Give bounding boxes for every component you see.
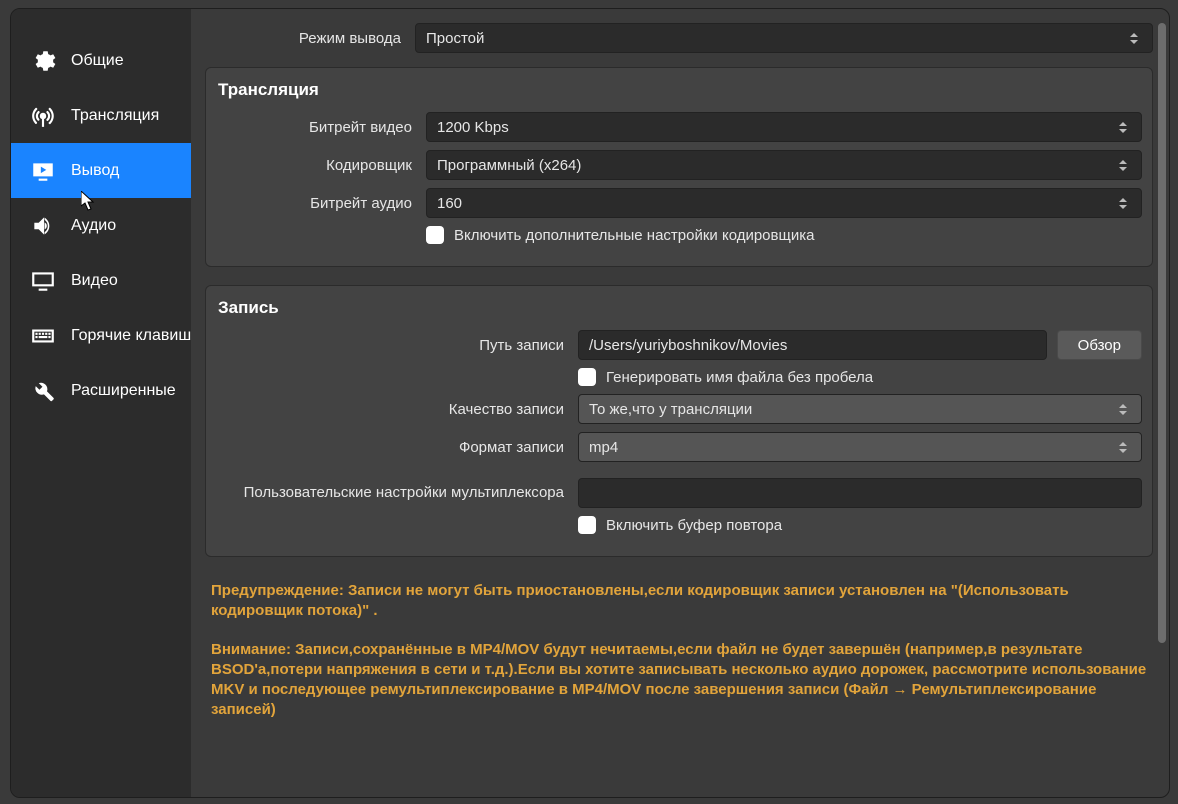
button-label: Обзор bbox=[1078, 337, 1121, 354]
sidebar: Общие Трансляция Вывод Аудио Видео bbox=[11, 9, 191, 797]
select-value: То же,что у трансляции bbox=[589, 401, 752, 418]
recording-format-select[interactable]: mp4 bbox=[578, 432, 1142, 462]
replay-buffer-checkbox[interactable] bbox=[578, 516, 596, 534]
content-area: Режим вывода Простой Трансляция Битрейт … bbox=[191, 9, 1169, 797]
scroll-thumb[interactable] bbox=[1158, 23, 1166, 643]
sidebar-item-label: Общие bbox=[71, 52, 124, 70]
recording-quality-label: Качество записи bbox=[216, 401, 578, 418]
audio-bitrate-label: Битрейт аудио bbox=[216, 195, 426, 212]
antenna-icon bbox=[29, 102, 57, 130]
settings-window: Общие Трансляция Вывод Аудио Видео bbox=[10, 8, 1170, 798]
recording-quality-select[interactable]: То же,что у трансляции bbox=[578, 394, 1142, 424]
monitor-icon bbox=[29, 267, 57, 295]
chevrons-icon bbox=[1126, 26, 1142, 50]
filename-no-space-checkbox[interactable] bbox=[578, 368, 596, 386]
audio-bitrate-select[interactable]: 160 bbox=[426, 188, 1142, 218]
output-icon bbox=[29, 157, 57, 185]
filename-no-space-label: Генерировать имя файла без пробела bbox=[606, 369, 873, 386]
warnings-block: Предупреждение: Записи не могут быть при… bbox=[205, 575, 1153, 745]
select-value: mp4 bbox=[589, 439, 618, 456]
streaming-group: Трансляция Битрейт видео 1200 Kbps Кодир… bbox=[205, 67, 1153, 267]
chevrons-icon bbox=[1115, 191, 1131, 215]
recording-group: Запись Путь записи /Users/yuriyboshnikov… bbox=[205, 285, 1153, 557]
speaker-icon bbox=[29, 212, 57, 240]
encoder-label: Кодировщик bbox=[216, 157, 426, 174]
output-mode-row: Режим вывода Простой bbox=[205, 23, 1153, 53]
chevrons-icon bbox=[1115, 435, 1131, 459]
video-bitrate-input[interactable]: 1200 Kbps bbox=[426, 112, 1142, 142]
advanced-encoder-checkbox[interactable] bbox=[426, 226, 444, 244]
streaming-group-title: Трансляция bbox=[216, 76, 1142, 112]
gear-icon bbox=[29, 47, 57, 75]
recording-group-title: Запись bbox=[216, 294, 1142, 330]
chevrons-icon bbox=[1115, 153, 1131, 177]
sidebar-item-label: Аудио bbox=[71, 217, 116, 235]
sidebar-item-label: Видео bbox=[71, 272, 118, 290]
recording-format-label: Формат записи bbox=[216, 439, 578, 456]
sidebar-item-label: Трансляция bbox=[71, 107, 159, 125]
spin-value: 1200 Kbps bbox=[437, 119, 509, 136]
chevrons-icon bbox=[1115, 397, 1131, 421]
input-value: /Users/yuriyboshnikov/Movies bbox=[589, 337, 787, 354]
keyboard-icon bbox=[29, 322, 57, 350]
sidebar-item-label: Расширенные bbox=[71, 382, 176, 400]
select-value: Простой bbox=[426, 30, 484, 47]
recording-path-label: Путь записи bbox=[216, 337, 578, 354]
browse-button[interactable]: Обзор bbox=[1057, 330, 1142, 360]
recording-path-input[interactable]: /Users/yuriyboshnikov/Movies bbox=[578, 330, 1047, 360]
sidebar-item-hotkeys[interactable]: Горячие клавиши bbox=[11, 308, 191, 363]
warning-pause: Предупреждение: Записи не могут быть при… bbox=[211, 581, 1147, 622]
sidebar-item-label: Вывод bbox=[71, 162, 119, 180]
encoder-select[interactable]: Программный (x264) bbox=[426, 150, 1142, 180]
sidebar-item-advanced[interactable]: Расширенные bbox=[11, 363, 191, 418]
sidebar-item-video[interactable]: Видео bbox=[11, 253, 191, 308]
warning-mp4: Внимание: Записи,сохранённые в MP4/MOV б… bbox=[211, 640, 1147, 721]
sidebar-item-audio[interactable]: Аудио bbox=[11, 198, 191, 253]
spinner-arrows-icon bbox=[1115, 115, 1131, 139]
output-mode-select[interactable]: Простой bbox=[415, 23, 1153, 53]
tools-icon bbox=[29, 377, 57, 405]
sidebar-item-label: Горячие клавиши bbox=[71, 327, 191, 345]
muxer-settings-input[interactable] bbox=[578, 478, 1142, 508]
output-mode-label: Режим вывода bbox=[205, 30, 415, 47]
scrollbar[interactable] bbox=[1157, 23, 1167, 663]
muxer-settings-label: Пользовательские настройки мультиплексор… bbox=[216, 484, 578, 502]
sidebar-item-output[interactable]: Вывод bbox=[11, 143, 191, 198]
select-value: 160 bbox=[437, 195, 462, 212]
video-bitrate-label: Битрейт видео bbox=[216, 119, 426, 136]
replay-buffer-label: Включить буфер повтора bbox=[606, 517, 782, 534]
sidebar-item-general[interactable]: Общие bbox=[11, 33, 191, 88]
select-value: Программный (x264) bbox=[437, 157, 581, 174]
advanced-encoder-label: Включить дополнительные настройки кодиро… bbox=[454, 227, 814, 244]
sidebar-item-stream[interactable]: Трансляция bbox=[11, 88, 191, 143]
